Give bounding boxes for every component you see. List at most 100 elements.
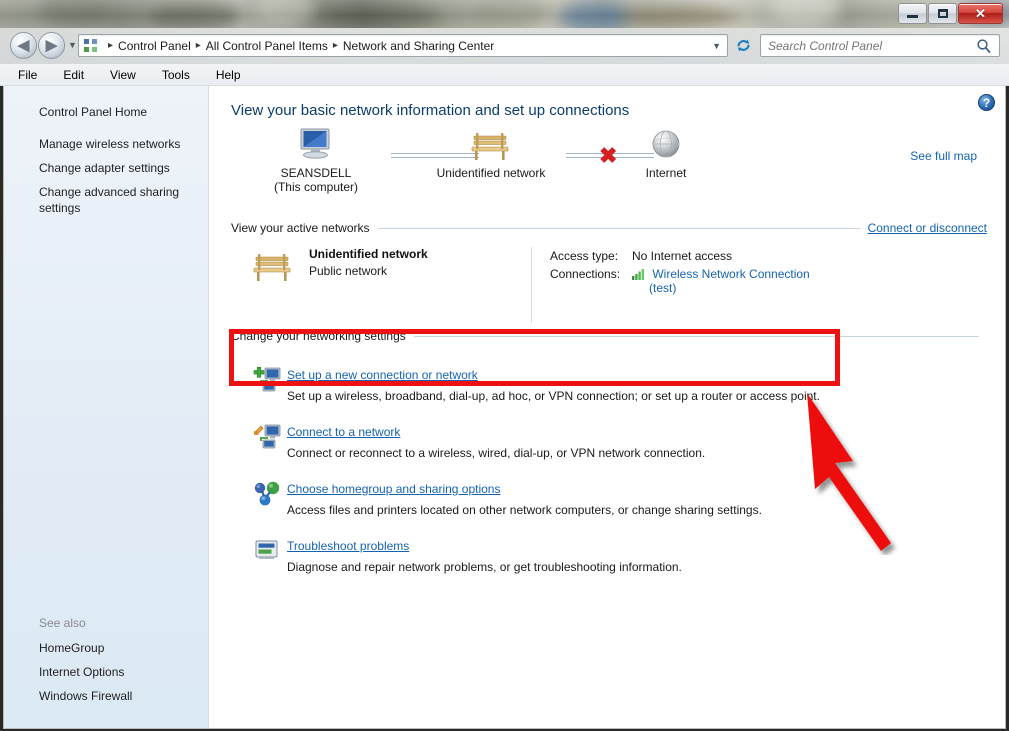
window-body: Control Panel Home Manage wireless netwo… — [3, 86, 1006, 729]
breadcrumb-all-items[interactable]: All Control Panel Items — [206, 39, 328, 53]
wireless-connection-detail-link[interactable]: (test) — [649, 281, 676, 295]
task-text: Troubleshoot problems Diagnose and repai… — [283, 537, 682, 574]
wifi-signal-icon — [632, 269, 644, 280]
breadcrumb-control-panel[interactable]: Control Panel — [118, 39, 191, 53]
menu-tools[interactable]: Tools — [158, 67, 194, 83]
map-node-label: Unidentified network — [436, 166, 546, 180]
menu-help[interactable]: Help — [212, 67, 245, 83]
task-set-up-new-connection[interactable]: Set up a new connection or network Set u… — [231, 353, 987, 410]
navigation-sidebar: Control Panel Home Manage wireless netwo… — [4, 86, 209, 728]
bench-icon — [471, 133, 509, 160]
control-panel-icon — [83, 38, 99, 54]
task-description: Diagnose and repair network problems, or… — [287, 560, 682, 574]
header-rule — [413, 335, 979, 337]
menu-view[interactable]: View — [106, 67, 140, 83]
wireless-connection-link[interactable]: Wireless Network Connection — [652, 267, 809, 281]
task-text: Choose homegroup and sharing options Acc… — [283, 480, 762, 517]
access-type-value: No Internet access — [632, 249, 733, 263]
globe-icon — [652, 130, 680, 158]
window-titlebar[interactable] — [0, 0, 1009, 28]
breadcrumb-separator: ▸ — [332, 40, 338, 51]
back-button[interactable]: ◀ — [10, 32, 37, 59]
computer-icon — [300, 128, 330, 159]
search-box[interactable] — [760, 34, 1000, 57]
forward-button[interactable]: ▶ — [38, 32, 65, 59]
window-controls[interactable]: ✕ — [897, 3, 1003, 24]
task-link[interactable]: Connect to a network — [287, 425, 400, 439]
task-description: Access files and printers located on oth… — [287, 503, 762, 517]
network-map: See full map SEANSDELL (This computer) U… — [231, 127, 987, 215]
connections-label: Connections: — [550, 267, 621, 281]
forward-arrow-icon: ▶ — [45, 37, 58, 54]
sidebar-item-internet-options[interactable]: Internet Options — [4, 660, 208, 684]
header-rule — [377, 227, 860, 229]
active-network-name: Unidentified network — [309, 247, 428, 261]
sidebar-item-windows-firewall[interactable]: Windows Firewall — [4, 684, 208, 708]
task-link[interactable]: Set up a new connection or network — [287, 368, 478, 382]
active-network-details: Access type: No Internet access Connecti… — [531, 247, 987, 323]
help-icon[interactable]: ? — [978, 94, 995, 111]
task-connect-to-network[interactable]: Connect to a network Connect or reconnec… — [231, 410, 987, 467]
connections-value: Wireless Network Connection (test) — [632, 267, 987, 295]
task-choose-homegroup[interactable]: Choose homegroup and sharing options Acc… — [231, 467, 987, 524]
sidebar-item-change-advanced-sharing-settings[interactable]: Change advanced sharing settings — [4, 180, 208, 220]
close-icon: ✕ — [975, 6, 986, 21]
content-pane: ? View your basic network information an… — [209, 86, 1005, 728]
wireless-connection-detail[interactable]: (test) — [649, 281, 987, 295]
see-also-section: See also HomeGroup Internet Options Wind… — [4, 613, 208, 708]
homegroup-icon — [253, 480, 283, 510]
see-also-label: See also — [39, 616, 86, 630]
sidebar-item-manage-wireless-networks[interactable]: Manage wireless networks — [4, 132, 208, 156]
map-node-network[interactable]: Unidentified network — [426, 131, 556, 180]
minimize-button[interactable] — [898, 3, 927, 24]
bench-icon — [253, 254, 291, 281]
page-title: View your basic network information and … — [231, 102, 630, 119]
task-description: Set up a wireless, broadband, dial-up, a… — [287, 389, 820, 403]
active-network-identity[interactable]: Unidentified network Public network — [231, 247, 531, 323]
task-link[interactable]: Choose homegroup and sharing options — [287, 482, 500, 496]
new-connection-icon — [253, 366, 283, 396]
maximize-icon — [937, 9, 948, 18]
access-type-label: Access type: — [550, 249, 619, 263]
map-node-label: Internet — [645, 166, 687, 180]
networking-settings-heading: Change your networking settings — [231, 329, 406, 343]
close-button[interactable]: ✕ — [958, 3, 1003, 24]
search-input[interactable] — [768, 38, 975, 53]
menu-file[interactable]: File — [14, 67, 41, 83]
minimize-icon — [907, 15, 918, 18]
see-full-map-link[interactable]: See full map — [910, 149, 977, 163]
networking-settings-header: Change your networking settings — [231, 329, 987, 343]
sidebar-item-homegroup[interactable]: HomeGroup — [4, 636, 208, 660]
sidebar-item-change-adapter-settings[interactable]: Change adapter settings — [4, 156, 208, 180]
active-network-entry: Unidentified network Public network Acce… — [231, 247, 987, 323]
breadcrumb-separator: ▸ — [195, 40, 201, 51]
task-list: Set up a new connection or network Set u… — [231, 353, 987, 581]
connect-or-disconnect-link[interactable]: Connect or disconnect — [868, 221, 987, 235]
address-dropdown-icon[interactable]: ▼ — [712, 41, 721, 51]
task-description: Connect or reconnect to a wireless, wire… — [287, 446, 706, 460]
task-troubleshoot-problems[interactable]: Troubleshoot problems Diagnose and repai… — [231, 524, 987, 581]
menu-edit[interactable]: Edit — [59, 67, 88, 83]
address-bar[interactable]: ▸ Control Panel ▸ All Control Panel Item… — [78, 34, 728, 57]
breadcrumb-network-sharing-center[interactable]: Network and Sharing Center — [343, 39, 494, 53]
map-node-computer[interactable]: SEANSDELL (This computer) — [251, 127, 381, 194]
map-node-internet[interactable]: Internet — [601, 129, 731, 180]
menu-bar[interactable]: File Edit View Tools Help — [0, 64, 1009, 86]
recent-pages-dropdown[interactable]: ▼ — [68, 40, 77, 50]
active-networks-heading: View your active networks — [231, 221, 370, 235]
task-text: Connect to a network Connect or reconnec… — [283, 423, 705, 460]
refresh-icon — [736, 39, 750, 52]
map-node-sublabel: (This computer) — [273, 180, 359, 194]
troubleshoot-icon — [253, 537, 283, 567]
breadcrumb-separator: ▸ — [108, 40, 114, 51]
maximize-button[interactable] — [928, 3, 957, 24]
map-node-label: SEANSDELL — [280, 166, 352, 180]
back-arrow-icon: ◀ — [17, 37, 30, 54]
search-icon[interactable] — [975, 37, 993, 55]
task-link[interactable]: Troubleshoot problems — [287, 539, 409, 553]
active-networks-header: View your active networks Connect or dis… — [231, 221, 987, 235]
connect-network-icon — [253, 423, 283, 453]
sidebar-item-control-panel-home[interactable]: Control Panel Home — [4, 100, 208, 124]
refresh-button[interactable] — [732, 34, 754, 57]
active-network-type: Public network — [309, 264, 388, 278]
